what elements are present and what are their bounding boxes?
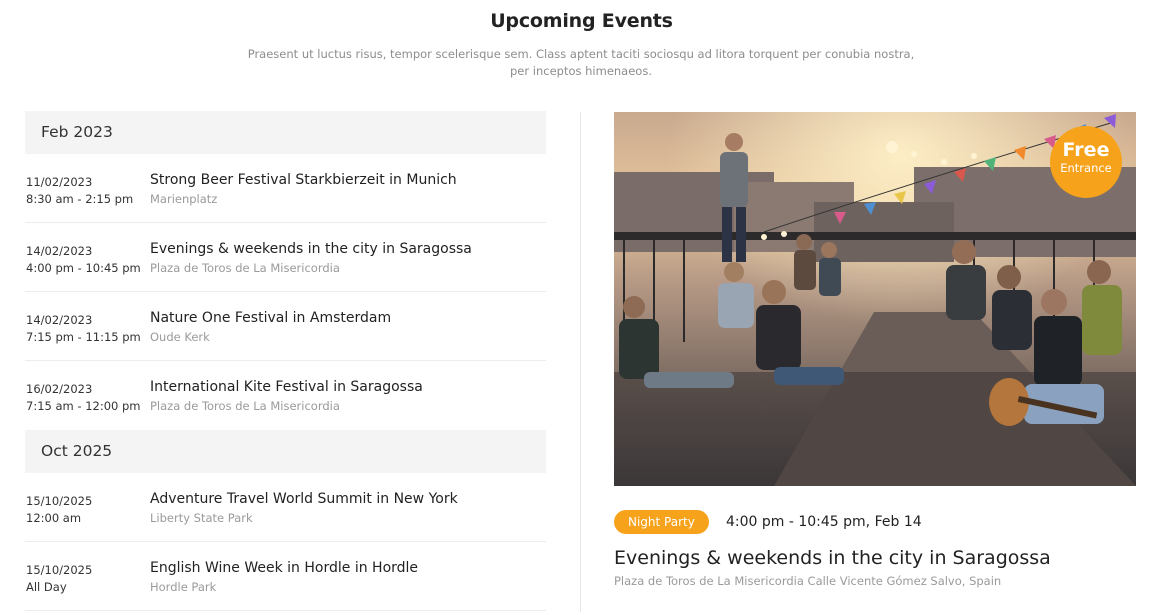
event-date: 16/02/2023	[26, 382, 93, 396]
event-time: 12:00 am	[26, 511, 82, 525]
category-tag[interactable]: Night Party	[614, 510, 709, 534]
event-date: 15/10/2025	[26, 563, 93, 577]
event-time: 7:15 pm - 11:15 pm	[26, 330, 141, 344]
event-row[interactable]: 14/02/2023 4:00 pm - 10:45 pm Evenings &…	[25, 223, 546, 292]
featured-datetime: 4:00 pm - 10:45 pm, Feb 14	[726, 514, 922, 530]
page-title: Upcoming Events	[490, 10, 673, 32]
badge-label-small: Entrance	[1060, 161, 1112, 175]
event-title-link[interactable]: Nature One Festival in Amsterdam	[150, 308, 391, 328]
month-header: Feb 2023	[25, 111, 546, 154]
event-time: 8:30 am - 2:15 pm	[26, 192, 134, 206]
event-location: Plaza de Toros de La Misericordia	[150, 399, 340, 413]
free-entrance-badge: Free Entrance	[1050, 126, 1122, 198]
event-row[interactable]: 15/10/2025 All Day English Wine Week in …	[25, 542, 546, 611]
event-location: Plaza de Toros de La Misericordia	[150, 261, 340, 275]
event-date: 14/02/2023	[26, 244, 93, 258]
event-date: 15/10/2025	[26, 494, 93, 508]
event-title-link[interactable]: English Wine Week in Hordle in Hordle	[150, 558, 418, 578]
featured-event-title-link[interactable]: Evenings & weekends in the city in Sarag…	[614, 545, 1051, 571]
event-location: Liberty State Park	[150, 511, 253, 525]
event-title-link[interactable]: Evenings & weekends in the city in Sarag…	[150, 239, 472, 259]
event-title-link[interactable]: Strong Beer Festival Starkbierzeit in Mu…	[150, 170, 457, 190]
month-header: Oct 2025	[25, 430, 546, 473]
event-time: All Day	[26, 580, 67, 594]
event-date: 11/02/2023	[26, 175, 93, 189]
event-location: Oude Kerk	[150, 330, 210, 344]
event-row[interactable]: 14/02/2023 7:15 pm - 11:15 pm Nature One…	[25, 292, 546, 361]
event-row[interactable]: 11/02/2023 8:30 am - 2:15 pm Strong Beer…	[25, 154, 546, 223]
event-title-link[interactable]: Adventure Travel World Summit in New Yor…	[150, 489, 458, 509]
page-subtitle: Prаesent ut luctus risus, tempor sceleri…	[247, 47, 915, 78]
event-row[interactable]: 15/10/2025 12:00 am Adventure Travel Wor…	[25, 473, 546, 542]
featured-event-location: Plaza de Toros de La Misericordia Calle …	[614, 574, 1002, 588]
event-date: 14/02/2023	[26, 313, 93, 327]
event-location: Marienplatz	[150, 192, 218, 206]
event-time: 7:15 am - 12:00 pm	[26, 399, 141, 413]
event-title-link[interactable]: International Kite Festival in Saragossa	[150, 377, 423, 397]
event-row[interactable]: 16/02/2023 7:15 am - 12:00 pm Internatio…	[25, 361, 546, 430]
event-time: 4:00 pm - 10:45 pm	[26, 261, 141, 275]
badge-label-big: Free	[1062, 139, 1110, 161]
event-list: Feb 2023 11/02/2023 8:30 am - 2:15 pm St…	[25, 111, 546, 611]
column-divider	[580, 112, 581, 612]
events-page: Upcoming Events Prаesent ut luctus risus…	[0, 0, 1171, 615]
event-location: Hordle Park	[150, 580, 217, 594]
